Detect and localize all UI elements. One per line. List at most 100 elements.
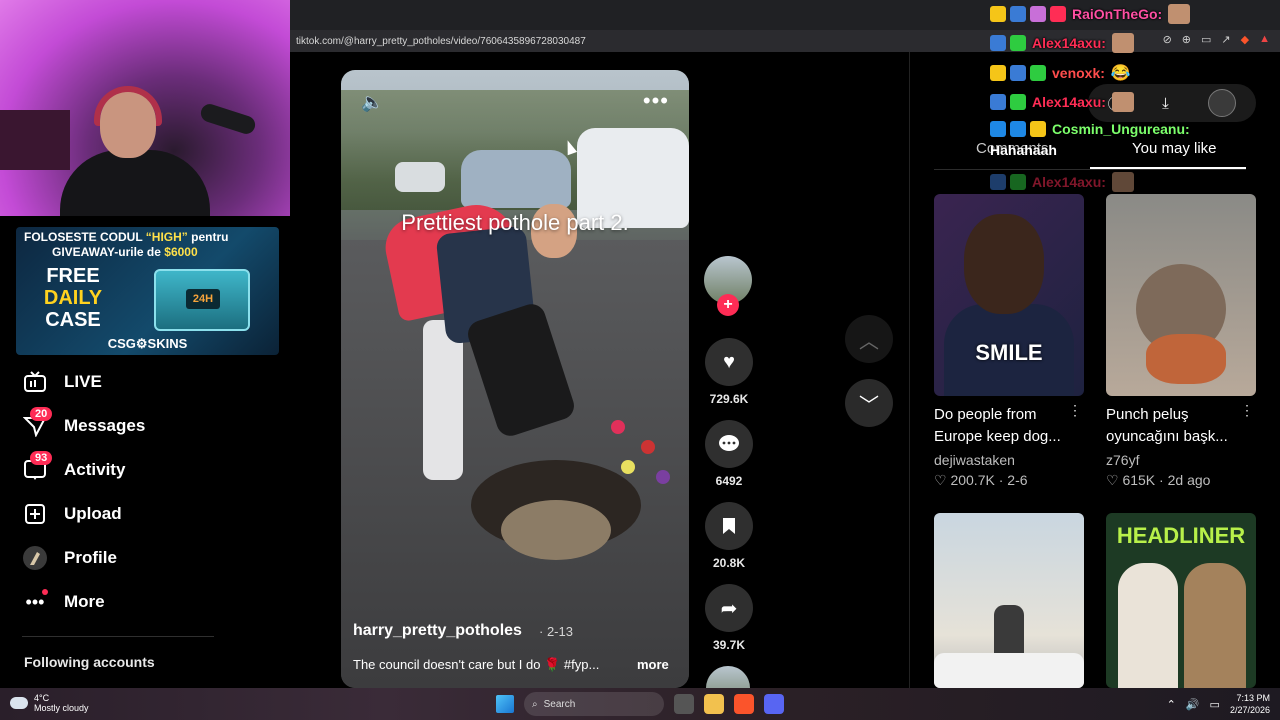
sidebar-item-label: LIVE	[64, 372, 102, 391]
weather-temp: 4°C	[34, 693, 50, 703]
sidebar-nav: LIVE 20 Messages 93 Activity Upload Prof…	[22, 360, 222, 624]
sidebar-item-activity[interactable]: 93 Activity	[22, 448, 222, 492]
recommended-video-card[interactable]: SMILE ⋮ Do people from Europe keep dog..…	[934, 194, 1084, 489]
sidebar-divider	[22, 636, 214, 637]
comment-icon[interactable]	[705, 420, 753, 468]
sidebar-item-more[interactable]: ••• More	[22, 580, 222, 624]
like-action[interactable]: ♥ 729.6K	[704, 338, 754, 406]
chevron-down-icon: ﹀	[859, 394, 879, 417]
url-text[interactable]: tiktok.com/@harry_pretty_potholes/video/…	[296, 36, 586, 47]
chat-emote-image	[1111, 33, 1134, 53]
card-title[interactable]: Punch peluş oyuncağını başk...	[1106, 404, 1244, 448]
webcam-person-torso	[60, 150, 210, 216]
network-icon[interactable]: ▭	[1210, 698, 1220, 711]
share-action[interactable]: ➦ 39.7K	[704, 584, 754, 652]
creator-avatar[interactable]: +	[704, 256, 752, 316]
brave-browser-icon[interactable]	[734, 694, 754, 714]
chat-row: venoxk: 😂	[990, 61, 1131, 85]
activity-icon: 93	[22, 451, 53, 483]
like-count: 729.6K	[709, 392, 749, 406]
weather-widget[interactable]: 4°C Mostly cloudy	[10, 693, 89, 713]
recommended-video-card[interactable]	[934, 513, 1084, 688]
card-date: 2d ago	[1167, 472, 1211, 488]
video-thumbnail[interactable]: HEADLINER	[1106, 513, 1256, 688]
clock-time: 7:13 PM	[1236, 693, 1270, 703]
thumbnail-person-2	[1184, 563, 1246, 688]
sidebar-item-upload[interactable]: Upload	[22, 492, 222, 536]
webcam-shelf	[0, 110, 70, 170]
card-stats: ♡ 200.7K · 2-6	[934, 472, 1028, 488]
discord-icon[interactable]	[764, 694, 784, 714]
taskbar-search[interactable]: ⌕ Search	[524, 692, 664, 716]
windows-taskbar: 4°C Mostly cloudy ⌕ Search ⌃ 🔊 ▭ 7:13 PM 2/…	[0, 688, 1280, 720]
recommended-video-card[interactable]: HEADLINER	[1106, 513, 1256, 688]
chat-username: Alex14axu:	[1032, 35, 1106, 51]
search-icon: ⌕	[532, 698, 538, 710]
sponsor-case-label: 24H	[186, 289, 220, 309]
card-more-icon[interactable]: ⋮	[1068, 402, 1082, 419]
comment-action[interactable]: 6492	[704, 420, 754, 488]
video-flowers	[601, 410, 681, 500]
profile-avatar-icon	[22, 545, 48, 571]
following-accounts-title: Following accounts	[24, 654, 155, 670]
volume-icon[interactable]: 🔈	[361, 92, 383, 113]
bookmark-icon[interactable]	[705, 502, 753, 550]
card-author[interactable]: dejiwastaken	[934, 452, 1084, 468]
live-tv-icon	[22, 369, 48, 395]
card-author[interactable]: z76yf	[1106, 452, 1256, 468]
chat-badges	[990, 121, 1046, 137]
recommended-video-card[interactable]: ⋮ Punch peluş oyuncağını başk... z76yf ♡…	[1106, 194, 1256, 489]
comment-count: 6492	[715, 474, 743, 488]
video-man-legs	[423, 320, 463, 480]
card-title[interactable]: Do people from Europe keep dog...	[934, 404, 1072, 448]
tray-expand-icon[interactable]: ⌃	[1167, 698, 1176, 711]
card-more-icon[interactable]: ⋮	[1240, 402, 1254, 419]
next-video-button[interactable]: ﹀	[845, 379, 893, 427]
task-view-icon[interactable]	[674, 694, 694, 714]
video-player[interactable]: 🔈 ••• Prettiest pothole part 2. harry_pr…	[341, 70, 689, 688]
description-more-link[interactable]: more	[637, 657, 669, 672]
save-action[interactable]: 20.8K	[704, 502, 754, 570]
follow-plus-icon[interactable]: +	[717, 294, 739, 316]
chat-message: Hahahaah	[990, 142, 1057, 158]
video-thumbnail[interactable]: SMILE	[934, 194, 1084, 396]
sponsor-banner: FOLOSESTE CODUL “HIGH” pentru GIVEAWAY-u…	[16, 227, 279, 355]
video-more-options-icon[interactable]: •••	[643, 88, 669, 114]
file-explorer-icon[interactable]	[704, 694, 724, 714]
webcam-microphone	[198, 101, 258, 137]
chat-username: venoxk:	[1052, 65, 1105, 81]
more-notification-dot	[42, 589, 48, 595]
share-count: 39.7K	[712, 638, 746, 652]
video-author[interactable]: harry_pretty_potholes	[353, 622, 522, 640]
video-car-distant	[395, 162, 445, 192]
upload-plus-icon	[22, 501, 48, 527]
sponsor-line-1: FOLOSESTE CODUL “HIGH” pentru	[24, 230, 229, 244]
sidebar-item-live[interactable]: LIVE	[22, 360, 222, 404]
chat-badges	[990, 174, 1026, 190]
thumbnail-person-face	[964, 214, 1044, 314]
video-actions: + ♥ 729.6K 6492 20.8K ➦ 39.7K	[704, 256, 754, 710]
chat-row: RaiOnTheGo:	[990, 2, 1191, 26]
webcam-headset	[94, 86, 162, 126]
previous-video-button[interactable]: ︿	[845, 315, 893, 363]
sidebar-item-profile[interactable]: Profile	[22, 536, 222, 580]
chat-emote-image	[1111, 92, 1134, 112]
taskbar-clock[interactable]: 7:13 PM 2/27/2026	[1230, 692, 1270, 716]
card-likes: 200.7K	[950, 472, 995, 488]
chat-badges	[990, 94, 1026, 110]
share-arrow-icon[interactable]: ➦	[705, 584, 753, 632]
clock-date: 2/27/2026	[1229, 705, 1270, 715]
activity-badge: 93	[30, 451, 53, 465]
volume-tray-icon[interactable]: 🔊	[1186, 698, 1200, 711]
more-dots-icon: •••	[22, 589, 48, 615]
sidebar-item-label: Upload	[64, 504, 122, 523]
sponsor-case-image: 24H	[154, 269, 250, 331]
panel-divider	[909, 52, 910, 688]
sidebar-item-messages[interactable]: 20 Messages	[22, 404, 222, 448]
windows-start-icon[interactable]	[496, 695, 514, 713]
sponsor-free-case: FREE DAILY CASE	[43, 265, 103, 331]
video-thumbnail[interactable]	[1106, 194, 1256, 396]
search-placeholder: Search	[543, 698, 576, 710]
heart-icon[interactable]: ♥	[705, 338, 753, 386]
video-thumbnail[interactable]	[934, 513, 1084, 688]
